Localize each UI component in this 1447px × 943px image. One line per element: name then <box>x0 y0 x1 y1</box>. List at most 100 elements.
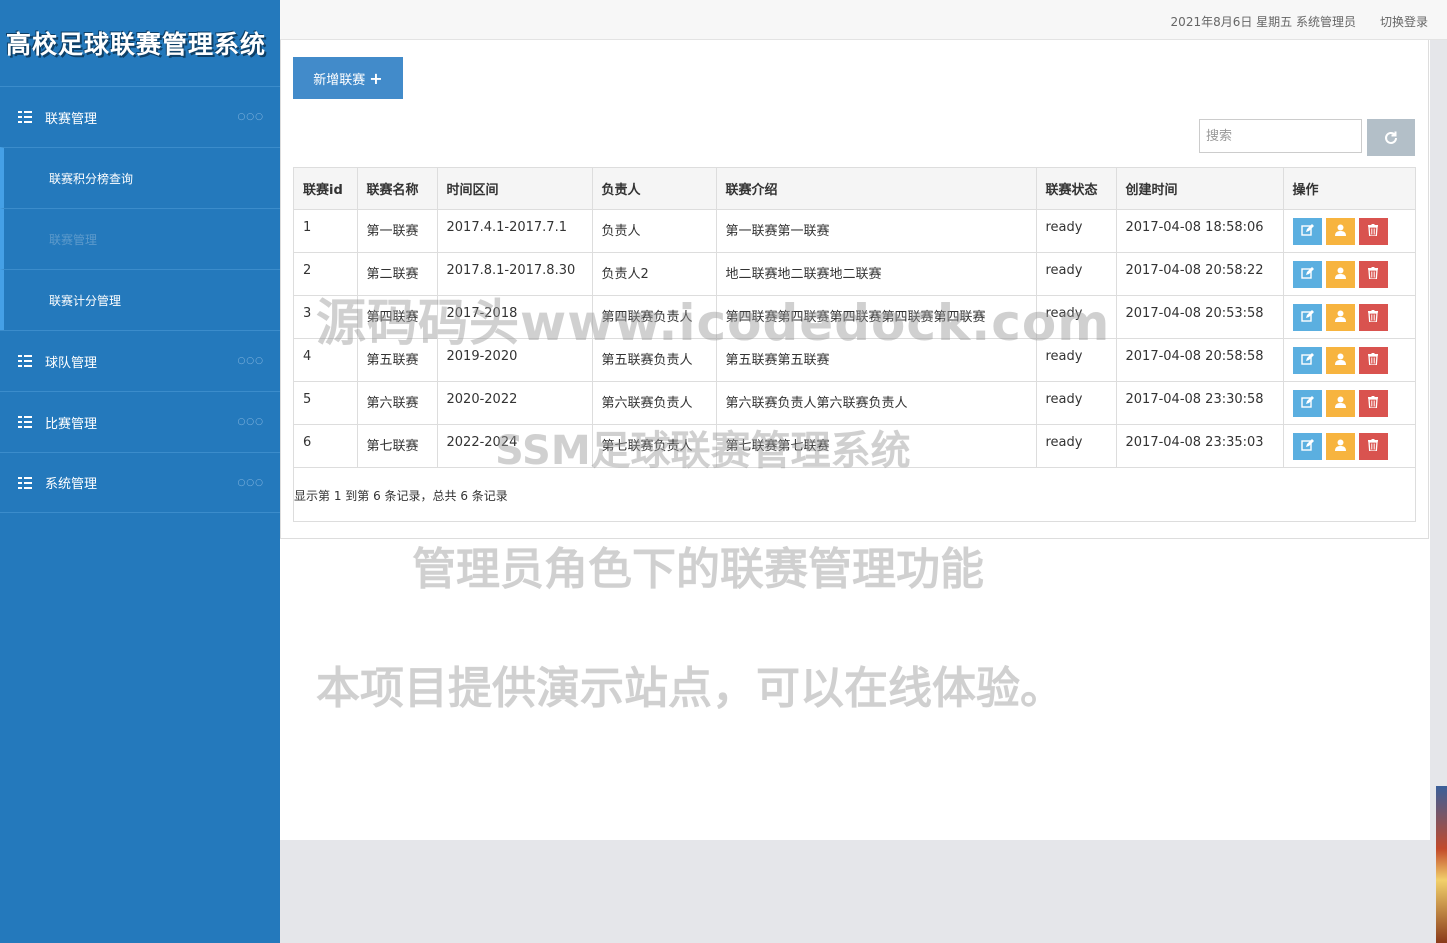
pagination-info: 显示第 1 到第 6 条记录，总共 6 条记录 <box>294 489 508 503</box>
edit-button[interactable] <box>1292 389 1322 417</box>
table-cell: ready <box>1036 209 1117 253</box>
table-cell: 2017-04-08 20:53:58 <box>1116 295 1284 339</box>
actions-cell <box>1283 424 1415 468</box>
table-row: 5 第六联赛 2020-2022 第六联赛负责人 第六联赛负责人第六联赛负责人 ready… <box>294 381 1415 425</box>
sidebar-group-label: 系统管理 <box>45 477 98 492</box>
assign-user-button[interactable] <box>1325 389 1355 417</box>
add-league-label: 新增联赛 <box>313 72 366 88</box>
more-dots-icon: ○○○ <box>237 112 264 122</box>
assign-user-button[interactable] <box>1325 217 1355 245</box>
add-league-button[interactable]: 新增联赛 + <box>293 57 403 99</box>
table-cell: 第六联赛负责人 <box>592 381 717 425</box>
refresh-button[interactable] <box>1367 119 1415 156</box>
column-header: 操作 <box>1283 168 1415 210</box>
list-icon <box>18 415 34 429</box>
more-dots-icon: ○○○ <box>237 477 264 488</box>
user-icon <box>1334 439 1346 454</box>
sidebar-group-system[interactable]: 系统管理 ○○○ <box>0 452 280 513</box>
edit-button[interactable] <box>1292 303 1322 331</box>
table-cell: ready <box>1036 338 1117 382</box>
column-header[interactable]: 联赛id <box>294 168 358 210</box>
table-cell: 4 <box>294 338 358 382</box>
column-header[interactable]: 负责人 <box>592 168 717 210</box>
table-cell: 2017.4.1-2017.7.1 <box>437 209 593 253</box>
edit-button[interactable] <box>1292 346 1322 374</box>
edit-icon <box>1300 352 1314 368</box>
table-cell: 第四联赛 <box>357 295 438 339</box>
search-input[interactable] <box>1199 119 1362 153</box>
table-cell: 负责人 <box>592 209 717 253</box>
sidebar-item-scoring[interactable]: 联赛计分管理 <box>0 269 280 330</box>
sidebar-item-label: 联赛管理 <box>49 232 98 247</box>
table-cell: 第二联赛 <box>357 252 438 296</box>
column-header[interactable]: 联赛介绍 <box>716 168 1037 210</box>
assign-user-button[interactable] <box>1325 346 1355 374</box>
table-cell: 第六联赛 <box>357 381 438 425</box>
sidebar-group-league[interactable]: 联赛管理 ○○○ <box>0 86 280 147</box>
delete-button[interactable] <box>1358 346 1388 374</box>
sidebar: 高校足球联赛管理系统 联赛管理 ○○○ 联赛积分榜查询 联赛管理 联赛计分管理 … <box>0 0 280 943</box>
league-table: 联赛id 联赛名称 时间区间 负责人 联赛介绍 联赛状态 创建时间 操作 1 第一… <box>293 167 1416 522</box>
edit-icon <box>1300 395 1314 411</box>
table-cell: 2017-04-08 23:30:58 <box>1116 381 1284 425</box>
edit-icon <box>1300 309 1314 325</box>
assign-user-button[interactable] <box>1325 432 1355 460</box>
edit-button[interactable] <box>1292 260 1322 288</box>
edit-button[interactable] <box>1292 432 1322 460</box>
table-cell: 1 <box>294 209 358 253</box>
assign-user-button[interactable] <box>1325 260 1355 288</box>
user-icon <box>1334 267 1346 282</box>
corner-image <box>1436 786 1447 943</box>
assign-user-button[interactable] <box>1325 303 1355 331</box>
table-row: 6 第七联赛 2022-2024 第七联赛负责人 第七联赛第七联赛 ready 2017-0… <box>294 424 1415 468</box>
actions-cell <box>1283 381 1415 425</box>
sidebar-item-standings[interactable]: 联赛积分榜查询 <box>0 147 280 208</box>
table-cell: 第一联赛 <box>357 209 438 253</box>
edit-icon <box>1300 266 1314 282</box>
column-header[interactable]: 时间区间 <box>437 168 593 210</box>
list-icon <box>18 110 34 124</box>
trash-icon <box>1368 395 1378 411</box>
delete-button[interactable] <box>1358 432 1388 460</box>
table-cell: 3 <box>294 295 358 339</box>
delete-button[interactable] <box>1358 303 1388 331</box>
table-cell: 第一联赛第一联赛 <box>716 209 1037 253</box>
table-row: 1 第一联赛 2017.4.1-2017.7.1 负责人 第一联赛第一联赛 ready 20… <box>294 209 1415 253</box>
table-cell: ready <box>1036 295 1117 339</box>
trash-icon <box>1368 223 1378 239</box>
table-cell: 2017-04-08 20:58:58 <box>1116 338 1284 382</box>
table-cell: 5 <box>294 381 358 425</box>
sidebar-item-label: 联赛积分榜查询 <box>49 171 134 186</box>
list-icon <box>18 476 34 490</box>
table-cell: ready <box>1036 381 1117 425</box>
actions-cell <box>1283 338 1415 382</box>
column-header[interactable]: 创建时间 <box>1116 168 1284 210</box>
actions-cell <box>1283 209 1415 253</box>
sidebar-item-league-manage[interactable]: 联赛管理 <box>0 208 280 269</box>
edit-icon <box>1300 438 1314 454</box>
delete-button[interactable] <box>1358 389 1388 417</box>
sidebar-group-team[interactable]: 球队管理 ○○○ <box>0 330 280 391</box>
table-cell: 2017-04-08 23:35:03 <box>1116 424 1284 468</box>
plus-icon: + <box>369 68 383 88</box>
table-row: 3 第四联赛 2017-2018 第四联赛负责人 第四联赛第四联赛第四联赛第四联赛第四联… <box>294 295 1415 339</box>
delete-button[interactable] <box>1358 260 1388 288</box>
table-header-row: 联赛id 联赛名称 时间区间 负责人 联赛介绍 联赛状态 创建时间 操作 <box>294 168 1415 210</box>
switch-login-link[interactable]: 切换登录 <box>1380 13 1428 30</box>
sidebar-group-match[interactable]: 比赛管理 ○○○ <box>0 391 280 452</box>
table-cell: 地二联赛地二联赛地二联赛 <box>716 252 1037 296</box>
sidebar-group-label: 联赛管理 <box>45 111 98 127</box>
table-cell: 第七联赛负责人 <box>592 424 717 468</box>
edit-button[interactable] <box>1292 217 1322 245</box>
table-row: 4 第五联赛 2019-2020 第五联赛负责人 第五联赛第五联赛 ready 2017-0… <box>294 338 1415 382</box>
top-bar: 2021年8月6日 星期五 系统管理员 切换登录 <box>280 0 1447 40</box>
table-cell: 2017.8.1-2017.8.30 <box>437 252 593 296</box>
table-cell: 第五联赛 <box>357 338 438 382</box>
column-header[interactable]: 联赛名称 <box>357 168 438 210</box>
sidebar-item-label: 联赛计分管理 <box>49 293 122 308</box>
column-header[interactable]: 联赛状态 <box>1036 168 1117 210</box>
table-cell: ready <box>1036 424 1117 468</box>
user-icon <box>1334 396 1346 411</box>
edit-icon <box>1300 223 1314 239</box>
delete-button[interactable] <box>1358 217 1388 245</box>
